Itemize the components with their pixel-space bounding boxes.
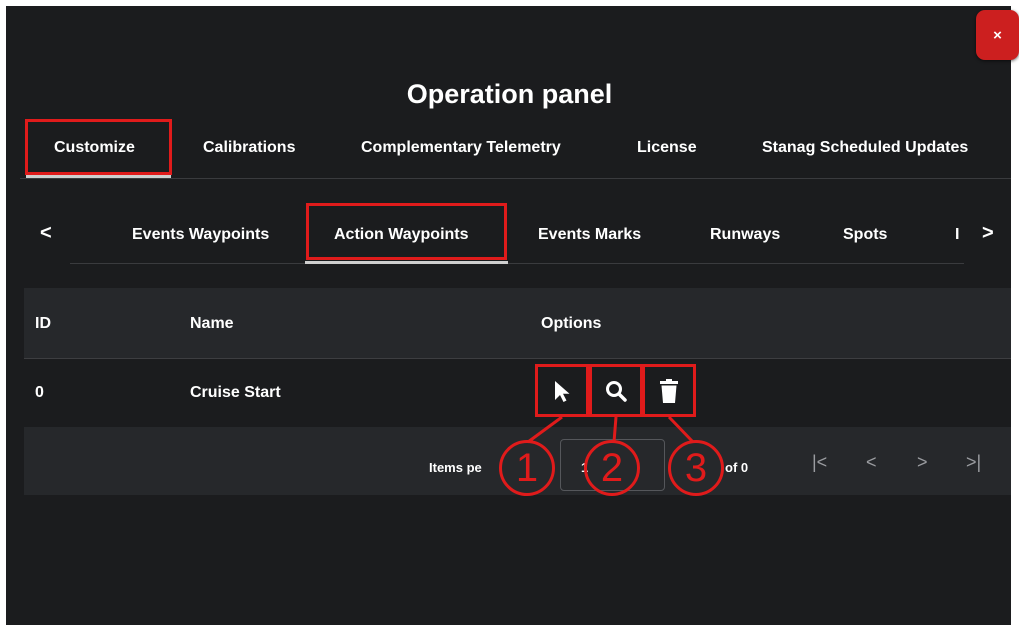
callout-lines bbox=[527, 415, 695, 444]
callout-1: 1 bbox=[499, 440, 555, 496]
callout-3: 3 bbox=[668, 440, 724, 496]
callout-2: 2 bbox=[584, 440, 640, 496]
